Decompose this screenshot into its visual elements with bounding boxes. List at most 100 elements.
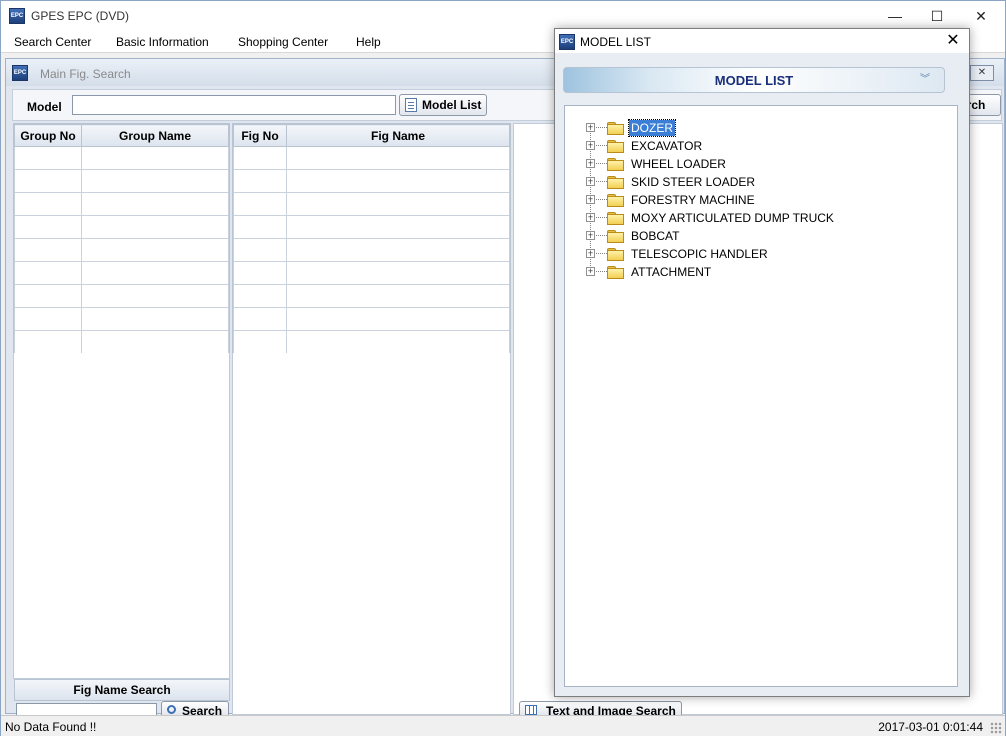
fig-cell[interactable] bbox=[233, 146, 287, 170]
table-row[interactable] bbox=[233, 192, 510, 216]
fig-cell[interactable] bbox=[286, 192, 510, 216]
tree-node[interactable]: + WHEEL LOADER bbox=[565, 146, 945, 173]
fig-cell[interactable] bbox=[233, 192, 287, 216]
group-cell[interactable] bbox=[14, 284, 82, 308]
group-cell[interactable] bbox=[81, 169, 229, 193]
group-cell[interactable] bbox=[14, 307, 82, 331]
tree-node-label[interactable]: MOXY ARTICULATED DUMP TRUCK bbox=[629, 210, 836, 226]
fig-cell[interactable] bbox=[286, 215, 510, 239]
model-list-button-label: Model List bbox=[422, 98, 482, 112]
table-row[interactable] bbox=[14, 192, 229, 216]
fig-cell[interactable] bbox=[286, 169, 510, 193]
tree-node[interactable]: + EXCAVATOR bbox=[565, 128, 945, 155]
tree-node[interactable]: + BOBCAT bbox=[565, 218, 945, 245]
fig-cell[interactable] bbox=[233, 330, 287, 354]
table-row[interactable] bbox=[233, 330, 510, 354]
tree-node[interactable]: + DOZER bbox=[565, 119, 945, 137]
group-cell[interactable] bbox=[81, 146, 229, 170]
tree-node[interactable]: + MOXY ARTICULATED DUMP TRUCK bbox=[565, 200, 945, 227]
tree-node[interactable]: + FORESTRY MACHINE bbox=[565, 182, 945, 209]
tree-node[interactable]: + SKID STEER LOADER bbox=[565, 164, 945, 191]
maximize-button[interactable]: ☐ bbox=[915, 3, 959, 29]
group-cell[interactable] bbox=[14, 146, 82, 170]
fig-cell[interactable] bbox=[233, 307, 287, 331]
folder-icon bbox=[607, 122, 624, 135]
close-button[interactable]: ✕ bbox=[959, 3, 1003, 29]
table-row[interactable] bbox=[14, 238, 229, 262]
fig-name-search-button[interactable]: Search bbox=[161, 701, 229, 715]
table-row[interactable] bbox=[14, 284, 229, 308]
tree-node-label[interactable]: WHEEL LOADER bbox=[629, 156, 728, 172]
group-cell[interactable] bbox=[81, 307, 229, 331]
table-row[interactable] bbox=[14, 330, 229, 354]
table-row[interactable] bbox=[233, 169, 510, 193]
resize-grip-icon[interactable] bbox=[990, 722, 1002, 734]
tree-node-label[interactable]: FORESTRY MACHINE bbox=[629, 192, 757, 208]
group-cell[interactable] bbox=[81, 330, 229, 354]
collapse-chevron-icon[interactable]: ︾ bbox=[918, 73, 932, 87]
group-cell[interactable] bbox=[14, 169, 82, 193]
group-cell[interactable] bbox=[14, 238, 82, 262]
table-row[interactable] bbox=[233, 215, 510, 239]
dialog-title-bar: EPC MODEL LIST ✕ bbox=[555, 29, 969, 53]
fig-cell[interactable] bbox=[286, 146, 510, 170]
document-icon bbox=[405, 98, 417, 112]
tree-node[interactable]: + TELESCOPIC HANDLER bbox=[565, 236, 945, 263]
table-row[interactable] bbox=[233, 307, 510, 331]
group-cell[interactable] bbox=[14, 215, 82, 239]
group-cell[interactable] bbox=[14, 330, 82, 354]
text-and-image-search-button[interactable]: Text and Image Search bbox=[519, 701, 682, 715]
tree-node-label[interactable]: BOBCAT bbox=[629, 228, 681, 244]
fig-no-header[interactable]: Fig No bbox=[233, 124, 287, 147]
fig-cell[interactable] bbox=[233, 284, 287, 308]
group-cell[interactable] bbox=[14, 261, 82, 285]
tree-node[interactable]: + ATTACHMENT bbox=[565, 254, 945, 281]
table-row[interactable] bbox=[233, 261, 510, 285]
menu-basic-information[interactable]: Basic Information bbox=[116, 35, 209, 49]
fig-cell[interactable] bbox=[286, 238, 510, 262]
fig-cell[interactable] bbox=[233, 238, 287, 262]
group-cell[interactable] bbox=[81, 261, 229, 285]
group-name-header[interactable]: Group Name bbox=[81, 124, 229, 147]
dialog-close-button[interactable]: ✕ bbox=[941, 31, 965, 51]
table-row[interactable] bbox=[14, 169, 229, 193]
group-cell[interactable] bbox=[81, 192, 229, 216]
expand-plus-icon[interactable]: + bbox=[586, 267, 595, 276]
menu-help[interactable]: Help bbox=[356, 35, 381, 49]
tree-node-label[interactable]: ATTACHMENT bbox=[629, 264, 713, 280]
fig-name-header[interactable]: Fig Name bbox=[286, 124, 510, 147]
tree-node-label[interactable]: DOZER bbox=[628, 119, 676, 137]
grid-icon bbox=[525, 705, 537, 715]
fig-name-search-input[interactable] bbox=[16, 703, 157, 715]
fig-cell[interactable] bbox=[286, 307, 510, 331]
menu-shopping-center[interactable]: Shopping Center bbox=[238, 35, 328, 49]
table-row[interactable] bbox=[233, 284, 510, 308]
group-no-header[interactable]: Group No bbox=[14, 124, 82, 147]
child-close-button[interactable]: ✕ bbox=[970, 65, 994, 81]
group-cell[interactable] bbox=[81, 215, 229, 239]
table-row[interactable] bbox=[14, 307, 229, 331]
table-row[interactable] bbox=[14, 215, 229, 239]
magnifier-icon bbox=[167, 705, 176, 714]
fig-cell[interactable] bbox=[233, 215, 287, 239]
minimize-button[interactable]: — bbox=[873, 3, 917, 29]
table-row[interactable] bbox=[14, 261, 229, 285]
group-cell[interactable] bbox=[81, 238, 229, 262]
fig-cell[interactable] bbox=[286, 261, 510, 285]
group-cell[interactable] bbox=[14, 192, 82, 216]
table-row[interactable] bbox=[233, 238, 510, 262]
tree-node-label[interactable]: TELESCOPIC HANDLER bbox=[629, 246, 770, 262]
model-list-button[interactable]: Model List bbox=[399, 94, 487, 116]
group-cell[interactable] bbox=[81, 284, 229, 308]
fig-cell[interactable] bbox=[286, 330, 510, 354]
tree-node-label[interactable]: EXCAVATOR bbox=[629, 138, 704, 154]
menu-search-center[interactable]: Search Center bbox=[14, 35, 91, 49]
table-row[interactable] bbox=[14, 146, 229, 170]
tree-node-label[interactable]: SKID STEER LOADER bbox=[629, 174, 757, 190]
fig-cell[interactable] bbox=[233, 169, 287, 193]
fig-cell[interactable] bbox=[233, 261, 287, 285]
table-row[interactable] bbox=[233, 146, 510, 170]
group-grid-empty-area bbox=[13, 353, 230, 679]
fig-cell[interactable] bbox=[286, 284, 510, 308]
model-input[interactable] bbox=[72, 95, 396, 115]
